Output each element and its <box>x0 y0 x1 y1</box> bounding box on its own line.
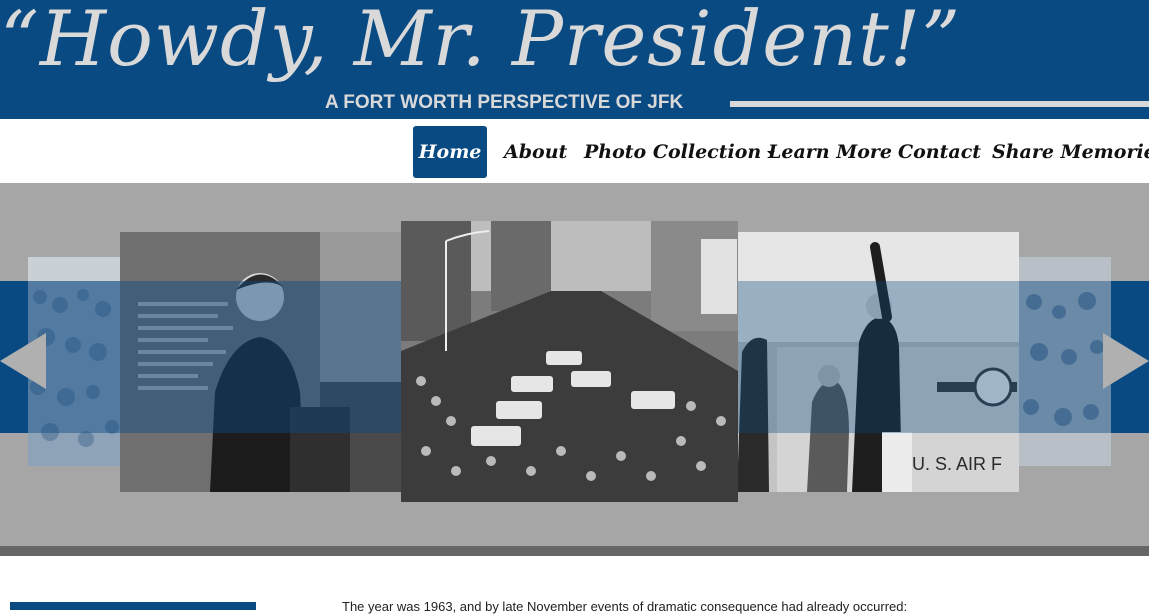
tagline-row: A FORT WORTH PERSPECTIVE OF JFK <box>325 92 683 114</box>
sidebar-header-block <box>10 602 256 610</box>
nav-contact[interactable]: Contact <box>898 126 981 178</box>
nav-about-label: About <box>504 141 568 163</box>
jfk-speech-photo <box>120 232 402 492</box>
site-title[interactable]: “Howdy, Mr. President!” <box>0 0 961 83</box>
nav-share-memories-label: Share Memories <box>992 141 1149 163</box>
next-arrow[interactable] <box>1103 333 1149 394</box>
nav-about[interactable]: About <box>504 126 567 178</box>
nav-learn-more[interactable]: Learn More <box>768 126 892 178</box>
slide-jfk-speech[interactable] <box>120 232 402 492</box>
nav-contact-label: Contact <box>898 141 982 163</box>
arrow-left-icon <box>0 333 46 389</box>
tagline-divider <box>730 101 1149 107</box>
air-force-one-photo: U. S. AIR F <box>737 232 1019 492</box>
photo-carousel[interactable]: U. S. AIR F <box>0 183 1149 546</box>
nav-home-label: Home <box>418 141 482 163</box>
prev-arrow[interactable] <box>0 333 46 394</box>
site-header: “Howdy, Mr. President!” A FORT WORTH PER… <box>0 0 1149 119</box>
arrow-right-icon <box>1103 333 1149 389</box>
main-nav: Home About Photo Collection Learn More C… <box>0 119 1149 183</box>
aircraft-lettering: U. S. AIR F <box>912 454 1002 474</box>
slide-jfk-air-force-one[interactable]: U. S. AIR F <box>737 232 1019 492</box>
carousel-bottom-border <box>0 546 1149 556</box>
main-content: The year was 1963, and by late November … <box>0 556 1149 614</box>
slide-motorcade[interactable] <box>401 221 738 502</box>
motorcade-photo <box>401 221 738 502</box>
site-tagline: A FORT WORTH PERSPECTIVE OF JFK <box>325 92 684 113</box>
nav-share-memories[interactable]: Share Memories <box>992 126 1149 178</box>
slide-crowd-far-right[interactable] <box>1019 257 1111 466</box>
nav-photo-collection[interactable]: Photo Collection <box>584 126 776 178</box>
nav-photo-collection-label: Photo Collection <box>584 141 762 163</box>
crowd-photo-right <box>1019 257 1111 466</box>
nav-home[interactable]: Home <box>413 126 487 178</box>
nav-learn-more-label: Learn More <box>768 141 893 163</box>
